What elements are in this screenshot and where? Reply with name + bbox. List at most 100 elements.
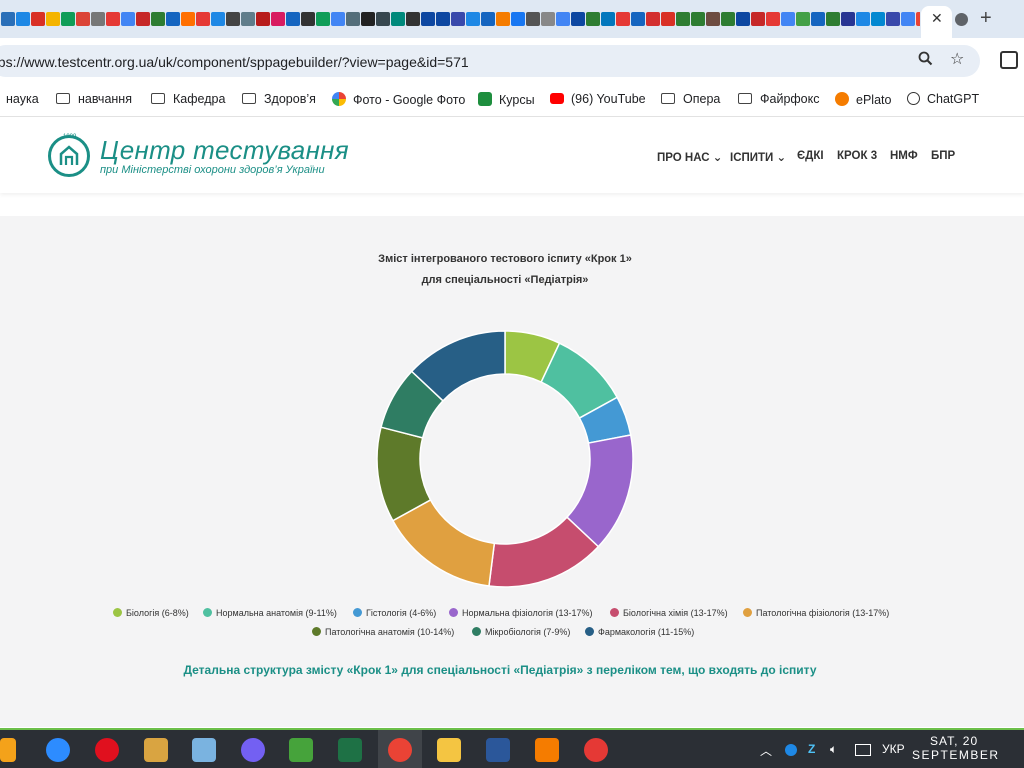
nav-krok3[interactable]: КРОК 3 bbox=[837, 150, 877, 162]
legend-item[interactable]: Біологічна хімія (13-17%) bbox=[610, 608, 728, 618]
volume-icon[interactable]: 🔈︎ bbox=[830, 742, 837, 757]
tab-favicon[interactable] bbox=[825, 11, 840, 26]
tab-favicon[interactable] bbox=[390, 11, 405, 26]
excel-icon[interactable] bbox=[338, 738, 362, 762]
tab-favicon[interactable] bbox=[765, 11, 780, 26]
tab-favicon[interactable] bbox=[630, 11, 645, 26]
tab-favicon[interactable] bbox=[720, 11, 735, 26]
tab-favicon[interactable] bbox=[195, 11, 210, 26]
url-text[interactable]: ttps://www.testcentr.org.ua/uk/component… bbox=[0, 54, 469, 70]
nav-ispyty[interactable]: ІСПИТИ ⌄ bbox=[730, 150, 786, 164]
word-icon[interactable] bbox=[486, 738, 510, 762]
tab-favicon[interactable] bbox=[810, 11, 825, 26]
chrome-icon[interactable] bbox=[388, 738, 412, 762]
tab-favicon[interactable] bbox=[180, 11, 195, 26]
site-logo-icon[interactable] bbox=[48, 135, 90, 177]
tab-favicon[interactable] bbox=[450, 11, 465, 26]
close-tab-icon[interactable]: ✕ bbox=[931, 10, 943, 27]
tab-favicon[interactable] bbox=[615, 11, 630, 26]
tab-favicon[interactable] bbox=[660, 11, 675, 26]
legend-item[interactable]: Фармакологія (11-15%) bbox=[585, 627, 694, 637]
tab-favicon[interactable] bbox=[495, 11, 510, 26]
tab-favicon[interactable] bbox=[435, 11, 450, 26]
paint-icon[interactable] bbox=[192, 738, 216, 762]
clock-day[interactable]: SAT, 20 bbox=[930, 734, 978, 748]
tab-favicon[interactable] bbox=[585, 11, 600, 26]
tab-favicon[interactable] bbox=[555, 11, 570, 26]
tab-favicon[interactable] bbox=[750, 11, 765, 26]
tab-favicon[interactable] bbox=[60, 11, 75, 26]
nav-pro-nas[interactable]: ПРО НАС ⌄ bbox=[657, 150, 722, 164]
tab-favicon[interactable] bbox=[315, 11, 330, 26]
legend-item[interactable]: Гістологія (4-6%) bbox=[353, 608, 436, 618]
tab-favicon[interactable] bbox=[570, 11, 585, 26]
language-indicator[interactable]: УКР bbox=[882, 742, 905, 756]
bookmark-kafedra[interactable]: Кафедра bbox=[151, 92, 225, 106]
zoom-tray-icon[interactable]: Z bbox=[808, 742, 815, 756]
tab-favicons[interactable] bbox=[0, 10, 920, 30]
pdf-reader-icon[interactable] bbox=[535, 738, 559, 762]
tab-favicon[interactable] bbox=[345, 11, 360, 26]
tab-favicon[interactable] bbox=[705, 11, 720, 26]
tab-favicon[interactable] bbox=[225, 11, 240, 26]
detail-structure-link[interactable]: Детальна структура змісту «Крок 1» для с… bbox=[150, 663, 850, 677]
address-bar[interactable]: ttps://www.testcentr.org.ua/uk/component… bbox=[0, 45, 980, 77]
extensions-icon[interactable] bbox=[1000, 51, 1018, 69]
bookmark-zdorovia[interactable]: Здоров’я bbox=[242, 92, 316, 106]
tab-favicon[interactable] bbox=[840, 11, 855, 26]
tab-favicon[interactable] bbox=[465, 11, 480, 26]
bookmark-kursy[interactable]: Курсы bbox=[478, 92, 535, 107]
tab-favicon[interactable] bbox=[240, 11, 255, 26]
tab-favicon[interactable] bbox=[90, 11, 105, 26]
tab-favicon[interactable] bbox=[120, 11, 135, 26]
tab-favicon[interactable] bbox=[480, 11, 495, 26]
bookmark-navchannia[interactable]: навчання bbox=[56, 92, 132, 106]
tab-favicon[interactable] bbox=[375, 11, 390, 26]
logo-title[interactable]: Центр тестування bbox=[100, 135, 349, 166]
opera-icon[interactable] bbox=[95, 738, 119, 762]
bookmark-youtube[interactable]: (96) YouTube bbox=[550, 92, 646, 106]
tab-favicon[interactable] bbox=[135, 11, 150, 26]
chrome-profile-icon[interactable] bbox=[584, 738, 608, 762]
tab-favicon[interactable] bbox=[795, 11, 810, 26]
nav-nmf[interactable]: НМФ bbox=[890, 150, 918, 162]
bookmark-google-photos[interactable]: Фото - Google Фото bbox=[332, 92, 465, 107]
tab-favicon[interactable] bbox=[600, 11, 615, 26]
tab-favicon[interactable] bbox=[75, 11, 90, 26]
tab-favicon[interactable] bbox=[30, 11, 45, 26]
tab-favicon[interactable] bbox=[210, 11, 225, 26]
tab-favicon[interactable] bbox=[525, 11, 540, 26]
new-tab-button[interactable]: + bbox=[980, 7, 992, 30]
bookmark-star-icon[interactable]: ☆ bbox=[950, 49, 964, 69]
bookmark-chatgpt[interactable]: ChatGPT bbox=[907, 92, 979, 106]
tab-favicon[interactable] bbox=[270, 11, 285, 26]
file-explorer-icon[interactable] bbox=[437, 738, 461, 762]
viber-icon[interactable] bbox=[241, 738, 265, 762]
legend-item[interactable]: Нормальна анатомія (9-11%) bbox=[203, 608, 337, 618]
tab-favicon[interactable] bbox=[735, 11, 750, 26]
tab-favicon[interactable] bbox=[420, 11, 435, 26]
tab-favicon[interactable] bbox=[0, 11, 15, 26]
bookmark-opera[interactable]: Опера bbox=[661, 92, 720, 106]
tab-favicon[interactable] bbox=[915, 11, 920, 26]
zoom-icon[interactable] bbox=[46, 738, 70, 762]
nav-yedki[interactable]: ЄДКІ bbox=[797, 150, 824, 162]
legend-item[interactable]: Патологічна анатомія (10-14%) bbox=[312, 627, 454, 637]
tab-favicon[interactable] bbox=[330, 11, 345, 26]
legend-item[interactable]: Мікробіологія (7-9%) bbox=[472, 627, 570, 637]
tab-favicon[interactable] bbox=[645, 11, 660, 26]
mail-icon[interactable] bbox=[289, 738, 313, 762]
legend-item[interactable]: Патологічна фізіологія (13-17%) bbox=[743, 608, 889, 618]
tab-favicon[interactable] bbox=[15, 11, 30, 26]
tab-favicon[interactable] bbox=[45, 11, 60, 26]
pinned-app-icon[interactable] bbox=[0, 738, 16, 762]
nav-bpr[interactable]: БПР bbox=[931, 150, 955, 162]
tab-favicon[interactable] bbox=[150, 11, 165, 26]
tab-favicon[interactable] bbox=[675, 11, 690, 26]
bookmark-firefox[interactable]: Файрфокс bbox=[738, 92, 820, 106]
tab-favicon[interactable] bbox=[885, 11, 900, 26]
tab-favicon[interactable] bbox=[855, 11, 870, 26]
tab-favicon[interactable] bbox=[105, 11, 120, 26]
legend-item[interactable]: Біологія (6-8%) bbox=[113, 608, 189, 618]
tab-favicon[interactable] bbox=[510, 11, 525, 26]
